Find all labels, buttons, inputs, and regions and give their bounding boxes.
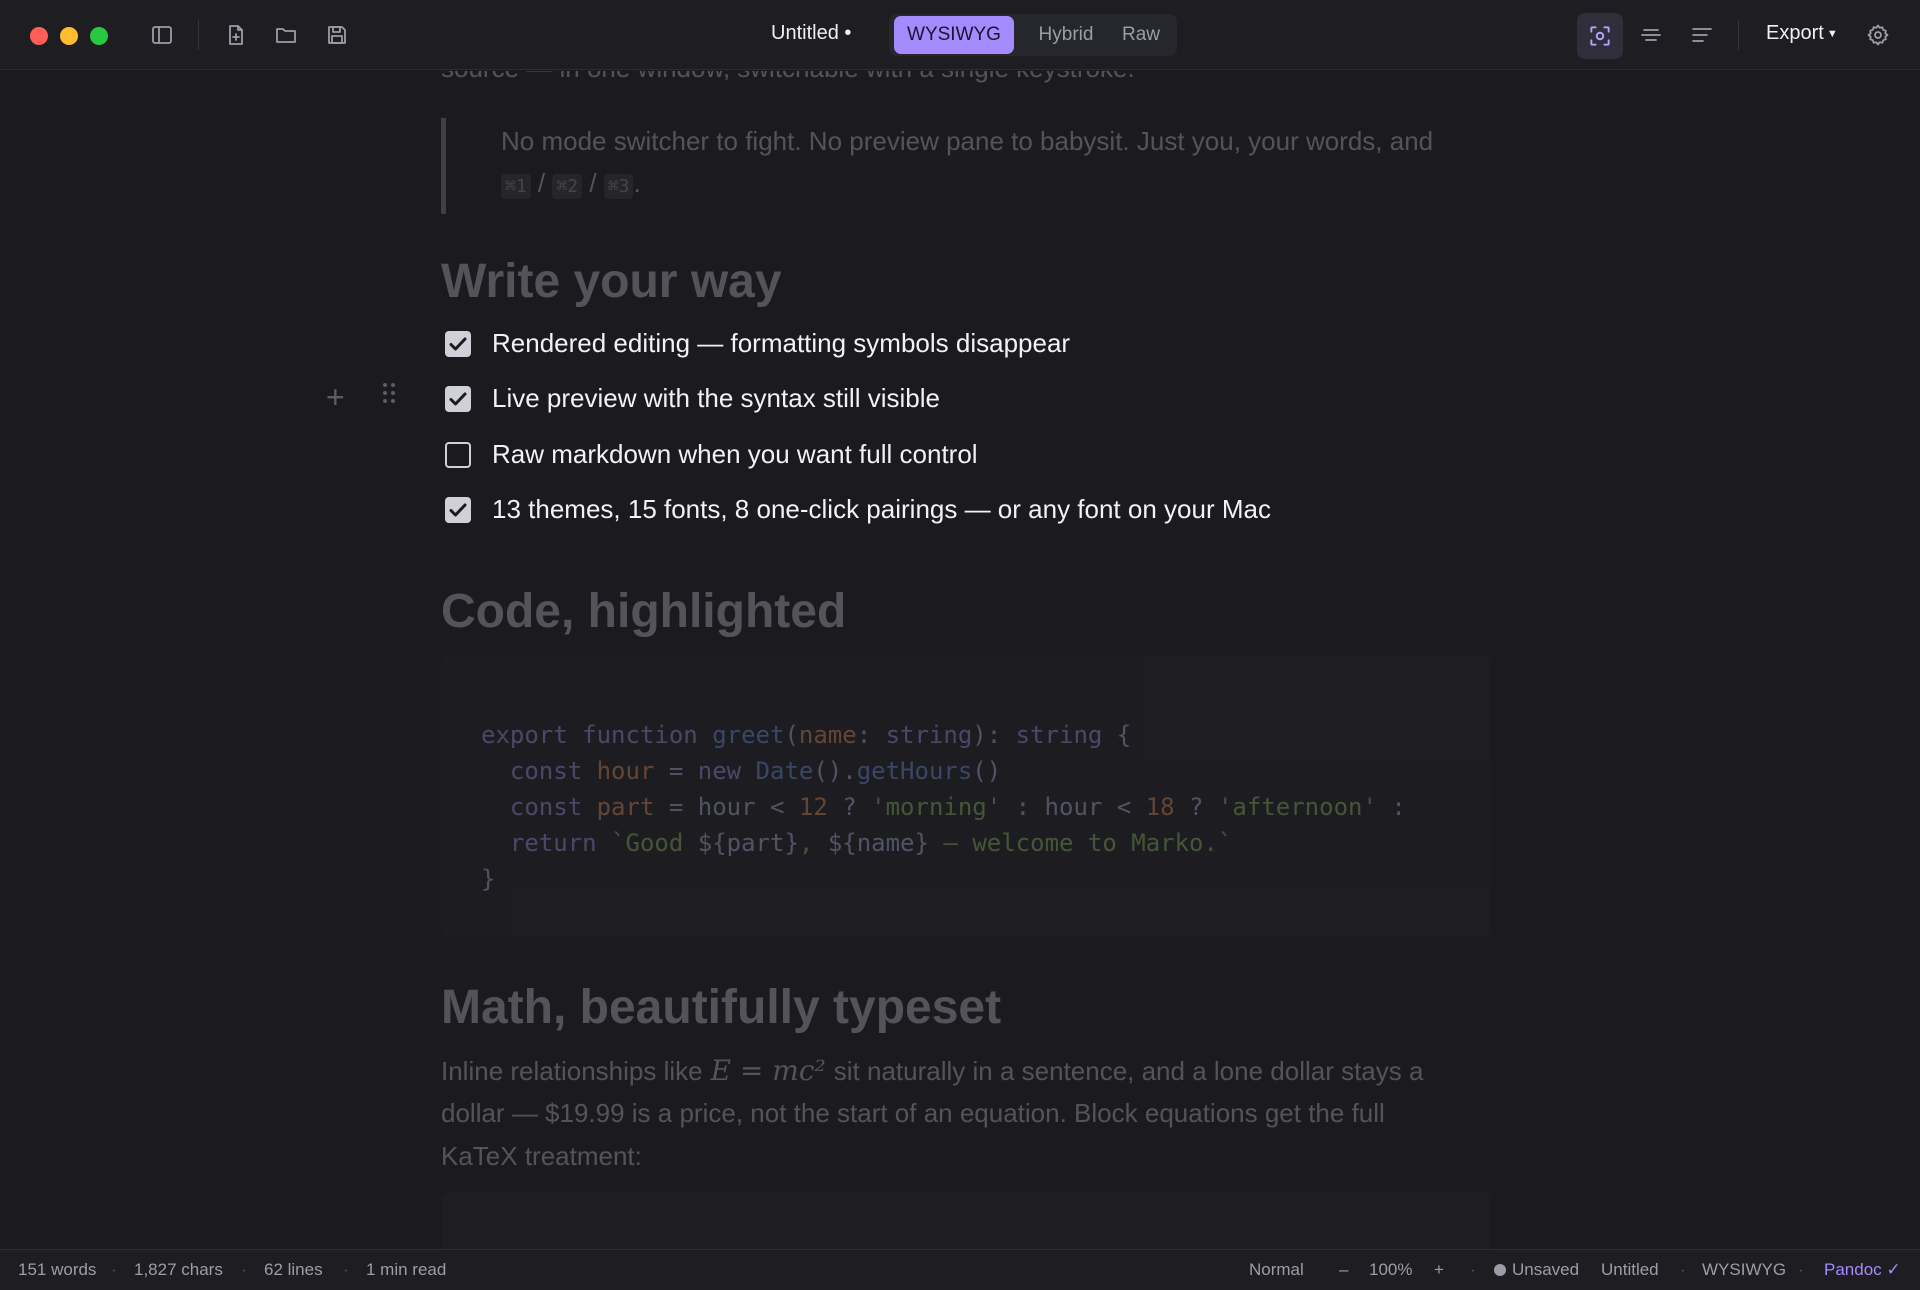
checkbox-checked[interactable] <box>445 386 471 412</box>
task-label[interactable]: Raw markdown when you want full control <box>492 439 978 470</box>
separator-dot: · <box>343 1260 349 1279</box>
editor-canvas[interactable]: source — in one window, switchable with … <box>0 71 1920 1249</box>
checkbox-unchecked[interactable] <box>445 442 471 468</box>
document-title[interactable]: Untitled • <box>771 22 851 45</box>
save-icon[interactable] <box>323 21 351 49</box>
char-count: 1,827 chars <box>134 1260 223 1279</box>
math-paragraph-line: Inline relationships like E = mc² sit natu… <box>441 1054 1423 1087</box>
task-label[interactable]: 13 themes, 15 fonts, 8 one-click pairing… <box>492 494 1271 525</box>
file-name: Untitled <box>1601 1260 1659 1279</box>
checkbox-checked[interactable] <box>445 331 471 357</box>
heading-code-highlighted: Code, highlighted <box>441 585 847 638</box>
shortcut-key: ⌘1 <box>501 174 531 199</box>
paragraph-style-select[interactable]: Normal <box>1249 1260 1304 1280</box>
blockquote-line: No mode switcher to fight. No preview pa… <box>501 126 1434 156</box>
mode-hybrid-button[interactable]: Hybrid <box>1022 16 1110 54</box>
save-status-label: Unsaved <box>1512 1260 1580 1279</box>
line-count: 62 lines <box>264 1260 323 1279</box>
export-menu-button[interactable]: Export ▼ <box>1766 22 1838 45</box>
separator-dot: · <box>111 1260 117 1279</box>
separator-dot: · <box>1680 1260 1686 1279</box>
task-label[interactable]: Rendered editing — formatting symbols di… <box>492 328 1070 359</box>
unsaved-dot-icon <box>1494 1264 1506 1276</box>
mode-wysiwyg-button[interactable]: WYSIWYG <box>894 16 1014 54</box>
settings-gear-icon[interactable] <box>1864 21 1892 49</box>
toolbar-divider <box>198 20 199 50</box>
shortcut-key: ⌘3 <box>603 174 634 199</box>
minimize-window-button[interactable] <box>60 27 78 45</box>
checkbox-checked[interactable] <box>445 497 471 523</box>
zoom-in-button[interactable]: + <box>1434 1260 1444 1280</box>
math-paragraph-line: KaTeX treatment: <box>441 1141 642 1171</box>
zoom-out-button[interactable]: – <box>1339 1260 1348 1280</box>
typewriter-mode-icon[interactable] <box>1637 21 1665 49</box>
zoom-level: 100% <box>1369 1260 1413 1279</box>
mode-raw-button[interactable]: Raw <box>1110 16 1172 54</box>
code-block[interactable]: export function greet(name: string): str… <box>441 655 1491 937</box>
zoom-window-button[interactable] <box>90 27 108 45</box>
blockquote-bar <box>441 118 446 214</box>
heading-write-your-way: Write your way <box>441 255 782 308</box>
math-paragraph-line: dollar — $19.99 is a price, not the star… <box>441 1098 1385 1128</box>
code-content: export function greet(name: string): str… <box>481 721 1406 893</box>
title-bar: Untitled • WYSIWYG Hybrid Raw Export ▼ <box>0 0 1920 70</box>
shortcut-separator: / <box>537 168 546 198</box>
pandoc-status[interactable]: Pandoc ✓ <box>1824 1260 1901 1280</box>
outline-icon[interactable] <box>1688 21 1716 49</box>
heading-math: Math, beautifully typeset <box>441 981 1002 1034</box>
intro-paragraph-tail: source — in one window, switchable with … <box>441 71 1135 84</box>
editor-mode-switcher: WYSIWYG Hybrid Raw <box>889 14 1177 56</box>
export-label: Export <box>1766 22 1824 44</box>
separator-dot: · <box>1470 1260 1476 1279</box>
open-folder-icon[interactable] <box>272 21 300 49</box>
save-status: Unsaved <box>1494 1260 1579 1280</box>
task-label[interactable]: Live preview with the syntax still visib… <box>492 383 940 414</box>
new-file-icon[interactable] <box>222 21 250 49</box>
separator-dot: · <box>241 1260 247 1279</box>
separator-dot: · <box>1798 1260 1804 1279</box>
focus-mode-icon[interactable] <box>1577 13 1623 59</box>
blockquote-shortcuts: ⌘1 / ⌘2 / ⌘3. <box>501 168 641 199</box>
toolbar-divider <box>1738 20 1739 50</box>
shortcut-key: ⌘2 <box>552 174 583 199</box>
add-block-icon[interactable]: + <box>326 381 345 413</box>
math-text: sit naturally in a sentence, and a lone … <box>833 1056 1424 1086</box>
quote-period: . <box>633 168 641 198</box>
blockquote: No mode switcher to fight. No preview pa… <box>441 118 1491 214</box>
word-count: 151 words <box>18 1260 97 1279</box>
inline-math-formula: E = mc² <box>710 1054 826 1087</box>
shortcut-separator: / <box>589 168 597 198</box>
read-time: 1 min read <box>366 1260 447 1279</box>
close-window-button[interactable] <box>30 27 48 45</box>
math-block[interactable] <box>441 1191 1491 1249</box>
chevron-down-icon: ▼ <box>1826 28 1838 40</box>
sidebar-toggle-icon[interactable] <box>148 21 176 49</box>
current-mode: WYSIWYG <box>1702 1260 1787 1279</box>
math-text: Inline relationships like <box>441 1056 703 1086</box>
status-bar: 151 words · 1,827 chars · 62 lines · 1 m… <box>0 1249 1920 1290</box>
